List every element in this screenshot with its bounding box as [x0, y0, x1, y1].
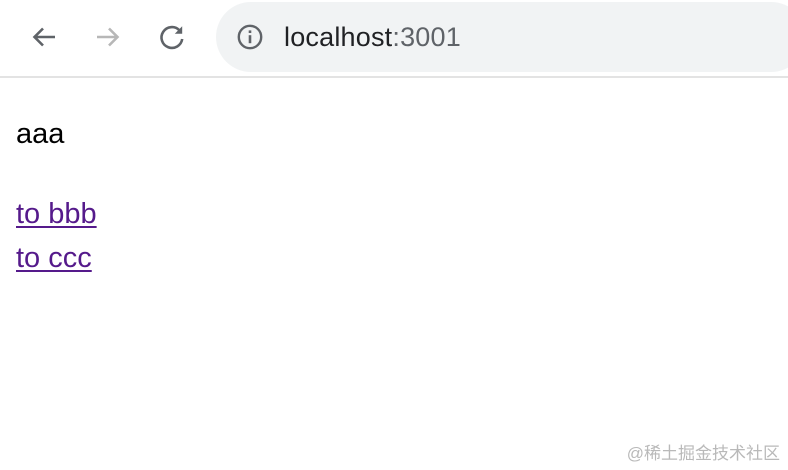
reload-icon [160, 25, 184, 50]
url-host: localhost [284, 22, 393, 52]
browser-toolbar: localhost:3001 [0, 0, 788, 78]
info-circle-icon[interactable] [236, 23, 264, 51]
reload-button[interactable] [153, 18, 191, 56]
arrow-right-icon [97, 27, 120, 47]
back-button[interactable] [25, 18, 63, 56]
page-text: aaa [16, 118, 65, 150]
watermark: @稀土掘金技术社区 [626, 444, 780, 463]
url-port: :3001 [392, 22, 461, 52]
page-content: aaa to bbb to ccc [16, 116, 776, 280]
forward-button[interactable] [89, 18, 127, 56]
link-to-bbb[interactable]: to bbb [16, 192, 97, 236]
address-bar[interactable]: localhost:3001 [216, 2, 788, 72]
url-text[interactable]: localhost:3001 [284, 21, 461, 53]
arrow-left-icon [32, 27, 55, 47]
link-to-ccc[interactable]: to ccc [16, 236, 92, 280]
